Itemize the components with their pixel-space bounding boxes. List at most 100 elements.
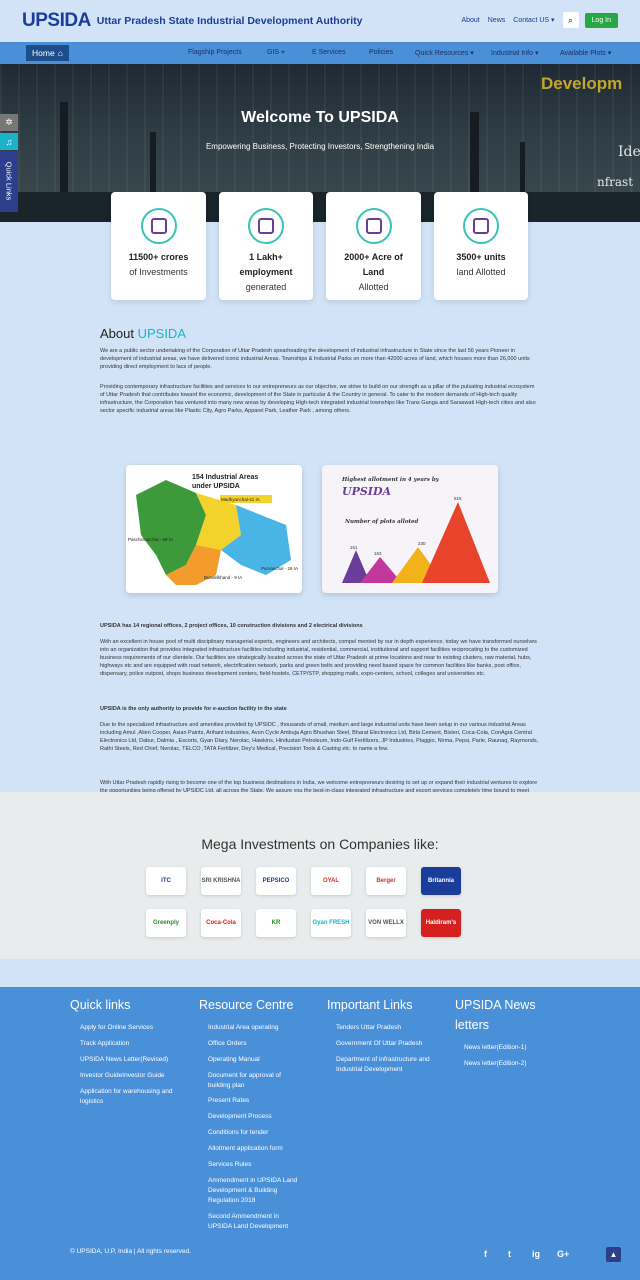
company-logo-pepsico[interactable]: PEPSICO [256,867,296,895]
main-nav: Home ⌂ Flagship Projects GIS ⌖ E Services… [0,42,640,64]
value-151: 151 [350,545,358,550]
company-logo-cocacola[interactable]: Coca-Cola [201,909,241,937]
footer-link[interactable]: Tenders Uttar Pradesh [336,1023,401,1033]
footer-link[interactable]: News letter(Edition-2) [464,1059,527,1069]
industrial-areas-map: 154 Industrial Areas under UPSIDA Madhya… [126,465,302,593]
nav-flagship[interactable]: Flagship Projects [188,49,242,56]
about-paragraph-1: We are a public sector undertaking of th… [100,348,530,370]
twitter-icon[interactable]: t [508,1249,511,1259]
footer-link[interactable]: Allotment application form [208,1144,283,1154]
chart-title: Highest allotment in 4 years by [341,477,440,483]
company-logo-2[interactable]: SRI KRISHNA [201,867,241,895]
eauction-heading: UPSIDA is the only authority to provide … [100,706,287,712]
search-icon[interactable]: ⌕ [562,12,579,28]
about-link[interactable]: About [461,17,479,24]
site-logo[interactable]: UPSIDA Uttar Pradesh State Industrial De… [22,10,362,32]
stat-label: Allotted [358,282,389,292]
stat-value: 3500+ units [456,252,506,262]
bell-icon[interactable]: ♫ [0,133,18,150]
nav-eservices[interactable]: E Services [312,49,345,56]
stat-card-units: 3500+ units land Allotted [434,192,528,300]
footer-important-heading: Important Links [327,998,413,1012]
footer-link[interactable]: Second Ammendment in UPSIDA Land Develop… [208,1212,303,1232]
footer-link[interactable]: Services Rules [208,1160,251,1170]
footer-link[interactable]: Department of infrastructure and Industr… [336,1055,431,1075]
stat-label: of Investments [129,267,188,277]
company-logo-gyan[interactable]: Gyan FRESH [311,909,351,937]
footer-link[interactable]: Apply for Online Services [80,1023,153,1033]
stat-card-land: 2000+ Acre of Land Allotted [326,192,421,300]
about-heading: About UPSIDA [100,326,186,341]
news-link[interactable]: News [488,17,506,24]
stat-value: 1 Lakh+ employment [239,252,293,277]
nav-quick-resources[interactable]: Quick Resources ▾ [415,49,474,57]
about-heading-text: About [100,326,138,341]
people-icon [248,208,284,244]
footer-link[interactable]: Government Of Uttar Pradesh [336,1039,422,1049]
footer-link[interactable]: News letter(Edition-1) [464,1043,527,1053]
stat-label: land Allotted [456,267,506,277]
offices-heading: UPSIDA has 14 regional offices, 2 projec… [100,623,363,629]
bar-2020 [422,502,490,583]
allotment-chart-image: Highest allotment in 4 years by UPSIDA N… [341,477,490,583]
plots-allotment-chart: Highest allotment in 4 years by UPSIDA N… [322,465,498,593]
stat-value: 11500+ crores [128,252,189,262]
nav-available-plots[interactable]: Available Plots ▾ [560,49,611,57]
company-logo-greenply[interactable]: Greenply [146,909,186,937]
company-logo-haldirams[interactable]: Haldiram's [421,909,461,937]
company-logo-berger[interactable]: Berger [366,867,406,895]
hero-slide-text-2: Ide [618,144,640,160]
footer-link[interactable]: Office Orders [208,1039,247,1049]
footer-link[interactable]: Development Process [208,1112,272,1122]
map-title-line2: under UPSIDA [192,483,240,490]
region-paschimanchal: Paschimanchal - 69 IA [128,537,173,542]
login-button[interactable]: Log In [584,12,618,28]
units-grid-icon [463,208,499,244]
nav-policies[interactable]: Policies [369,49,393,56]
footer-news-heading: UPSIDA News letters [455,998,536,1032]
top-header: UPSIDA Uttar Pradesh State Industrial De… [0,0,640,42]
contact-dropdown[interactable]: Contact US ▾ [513,16,554,24]
hero-subtitle: Empowering Business, Protecting Investor… [205,142,435,151]
company-logo-4[interactable]: OYAL [311,867,351,895]
region-bundelkhand: Bundelkhand - 9 IA [204,575,242,580]
upsida-logo-mark: UPSIDA [22,10,91,31]
footer-link[interactable]: UPSIDA News Letter(Revised) [80,1055,168,1065]
footer-link[interactable]: Industrial Area operating [208,1023,278,1033]
details-paragraph-1: With an excellent in house pool of multi… [100,639,537,677]
location-pin-icon: ⌖ [281,49,285,56]
quick-links-label: Quick Links [4,161,14,201]
instagram-icon[interactable]: ig [532,1249,540,1259]
hero-slide-text-3: nfrast [597,175,634,189]
company-logo-3[interactable]: KR [256,909,296,937]
details-paragraph-2: Due to the specialized infrastructure an… [100,722,539,752]
facebook-icon[interactable]: f [484,1249,487,1259]
quick-links-tab[interactable]: Quick Links [0,151,18,212]
company-logo-itc[interactable]: ITC [146,867,186,895]
footer-link[interactable]: Application for warehousing and logistic… [80,1087,175,1107]
scroll-top-icon[interactable]: ▲ [606,1247,621,1262]
footer-link[interactable]: Track Application [80,1039,129,1049]
footer-link[interactable]: Conditions for tender [208,1128,268,1138]
settings-icon[interactable]: ✲ [0,114,18,131]
nav-gis[interactable]: GIS ⌖ [267,49,285,57]
chart-subtitle: Number of plots alloted [344,519,419,525]
copyright: © UPSIDA, U.P, India | All rights reserv… [70,1248,191,1255]
value-515: 515 [454,496,462,501]
up-map-image: 154 Industrial Areas under UPSIDA Madhya… [128,474,298,585]
map-title-line1: 154 Industrial Areas [192,474,258,481]
footer-link[interactable]: Investor GuideInvestor Guide [80,1071,165,1081]
home-button[interactable]: Home ⌂ [26,45,69,61]
nav-industrial-info[interactable]: Industrial Info ▾ [491,49,538,57]
hero-title: Welcome To UPSIDA [241,109,399,126]
value-163: 163 [374,551,382,556]
footer-link[interactable]: Present Rates [208,1096,249,1106]
company-logo-britannia[interactable]: Britannia [421,867,461,895]
google-plus-icon[interactable]: G+ [557,1249,569,1259]
value-230: 230 [418,541,426,546]
hero-banner: Welcome To UPSIDA Empowering Business, P… [0,64,640,222]
footer-link[interactable]: Ammendment in UPSIDA Land Development & … [208,1176,303,1206]
company-logo-5[interactable]: VON WELLX [366,909,406,937]
footer-link[interactable]: Operating Manual [208,1055,260,1065]
footer-link[interactable]: Document for approval of building plan [208,1071,303,1091]
